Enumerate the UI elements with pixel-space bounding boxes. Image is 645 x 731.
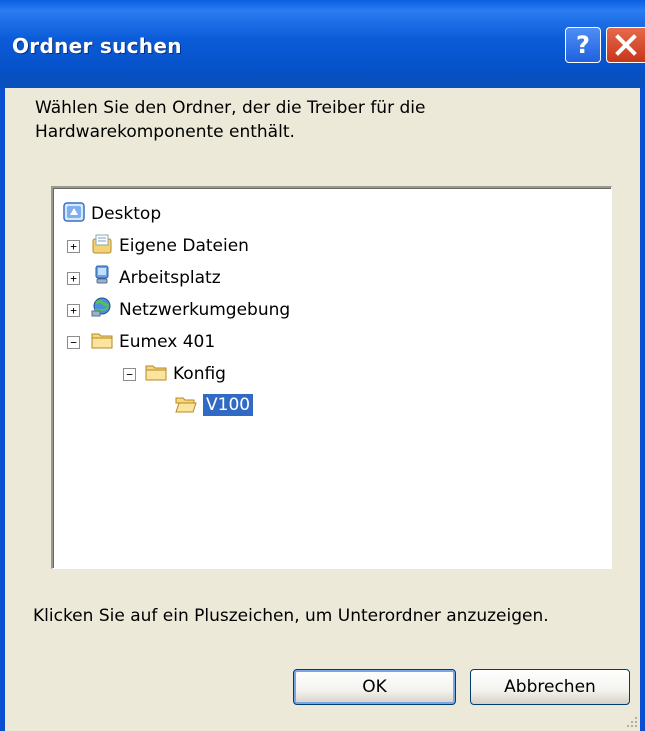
hint-text: Klicken Sie auf ein Pluszeichen, um Unte… [33,606,549,626]
tree-item-label: Netzwerkumgebung [119,300,291,320]
folder-tree[interactable]: Desktop + Eigene Dateien + Arbeitsplatz [51,186,612,569]
window-border-left [0,88,5,731]
collapse-toggle[interactable]: − [67,336,80,349]
window-title: Ordner suchen [12,34,182,58]
tree-item-label: Eigene Dateien [119,236,249,256]
expand-toggle[interactable]: + [67,240,80,253]
desktop-icon [63,202,85,222]
tree-item-label: Desktop [91,204,162,224]
tree-item-label: Eumex 401 [119,332,216,352]
tree-item-label: Konfig [173,364,226,384]
network-places-icon [91,297,111,317]
ok-button[interactable]: OK [293,669,456,705]
tree-item-label-selected: V100 [203,394,254,416]
close-button[interactable] [606,27,645,63]
folder-open-icon [175,397,197,413]
expand-toggle[interactable]: + [67,272,80,285]
help-button[interactable]: ? [565,27,601,63]
expand-toggle[interactable]: + [67,304,80,317]
my-computer-icon [95,265,109,284]
folder-icon [91,333,113,349]
title-bar[interactable]: Ordner suchen ? [0,0,645,88]
my-documents-icon [92,234,112,254]
folder-icon [145,365,167,381]
window-border-right [640,88,645,731]
instruction-text: Wählen Sie den Ordner, der die Treiber f… [35,98,426,142]
tree-item-label: Arbeitsplatz [119,268,221,288]
cancel-button[interactable]: Abbrechen [470,669,630,705]
resize-grip-icon[interactable] [624,714,638,728]
folder-browser-dialog: Ordner suchen ? Wählen Sie den Ordner, d… [0,0,645,731]
collapse-toggle[interactable]: − [123,368,136,381]
close-icon [615,34,637,56]
